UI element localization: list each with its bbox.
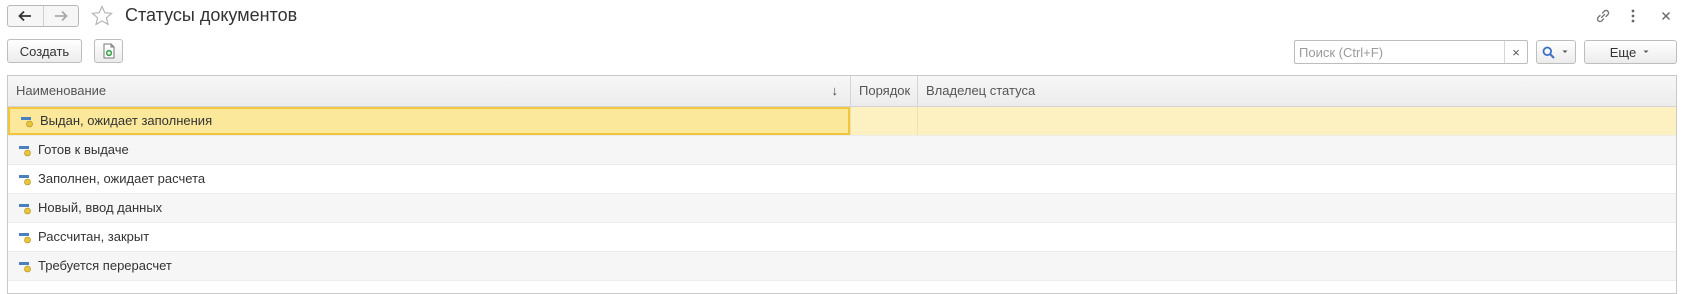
clear-search-button[interactable]: ×: [1504, 41, 1527, 63]
arrow-right-icon: [54, 10, 68, 22]
create-copy-button[interactable]: [94, 39, 123, 63]
row-label: Заполнен, ожидает расчета: [38, 171, 206, 186]
more-vertical-icon[interactable]: [1628, 7, 1638, 25]
chevron-down-icon: [1643, 50, 1649, 53]
navigation-group: [7, 5, 79, 27]
table-header: Наименование ↓ Порядок Владелец статуса: [8, 76, 1676, 107]
document-add-icon: [103, 43, 114, 59]
link-icon[interactable]: [1594, 7, 1612, 25]
name-cell[interactable]: Новый, ввод данных: [8, 194, 850, 222]
statuses-table: Наименование ↓ Порядок Владелец статуса …: [7, 75, 1677, 294]
close-icon[interactable]: [1659, 7, 1673, 25]
back-button[interactable]: [8, 6, 43, 26]
search-icon: [1542, 46, 1555, 59]
create-button[interactable]: Создать: [7, 39, 82, 63]
star-icon[interactable]: [91, 5, 113, 27]
search-button[interactable]: [1536, 40, 1576, 64]
name-cell[interactable]: Выдан, ожидает заполнения: [8, 107, 850, 135]
title-bar: Статусы документов: [0, 0, 1683, 34]
table-row[interactable]: Выдан, ожидает заполнения: [8, 107, 1676, 136]
name-cell[interactable]: Требуется перерасчет: [8, 252, 850, 280]
table-body: Выдан, ожидает заполнения Готов к выдаче…: [8, 107, 1676, 281]
owner-cell[interactable]: [917, 223, 1676, 251]
column-header-order[interactable]: Порядок: [850, 76, 917, 106]
catalog-item-icon: [19, 262, 31, 273]
table-row[interactable]: Готов к выдаче: [8, 136, 1676, 165]
catalog-item-icon: [19, 204, 31, 215]
order-cell[interactable]: [850, 107, 917, 135]
catalog-item-icon: [19, 233, 31, 244]
catalog-item-icon: [19, 175, 31, 186]
row-label: Готов к выдаче: [38, 142, 129, 157]
name-cell[interactable]: Готов к выдаче: [8, 136, 850, 164]
row-label: Выдан, ожидает заполнения: [40, 113, 213, 128]
owner-cell[interactable]: [917, 252, 1676, 280]
catalog-item-icon: [21, 117, 33, 128]
order-cell[interactable]: [850, 223, 917, 251]
forward-button[interactable]: [42, 6, 79, 26]
row-label: Новый, ввод данных: [38, 200, 163, 215]
arrow-left-icon: [18, 10, 32, 22]
more-actions-label: Еще: [1609, 44, 1637, 60]
page-title: Статусы документов: [125, 5, 298, 25]
order-cell[interactable]: [850, 136, 917, 164]
row-label: Рассчитан, закрыт: [38, 229, 150, 244]
name-cell[interactable]: Заполнен, ожидает расчета: [8, 165, 850, 193]
chevron-down-icon: [1562, 50, 1568, 53]
table-row[interactable]: Новый, ввод данных: [8, 194, 1676, 223]
table-row[interactable]: Требуется перерасчет: [8, 252, 1676, 281]
owner-cell[interactable]: [917, 165, 1676, 193]
table-row[interactable]: Заполнен, ожидает расчета: [8, 165, 1676, 194]
column-header-name[interactable]: Наименование ↓: [8, 76, 850, 106]
more-actions-button[interactable]: Еще: [1584, 40, 1677, 64]
sort-desc-icon: ↓: [831, 83, 839, 98]
table-row[interactable]: Рассчитан, закрыт: [8, 223, 1676, 252]
search-input[interactable]: [1295, 41, 1503, 63]
order-cell[interactable]: [850, 165, 917, 193]
search-field[interactable]: ×: [1294, 40, 1528, 64]
owner-cell[interactable]: [917, 194, 1676, 222]
owner-cell[interactable]: [917, 107, 1676, 135]
order-cell[interactable]: [850, 194, 917, 222]
order-cell[interactable]: [850, 252, 917, 280]
row-label: Требуется перерасчет: [38, 258, 172, 273]
column-header-label: Наименование: [16, 83, 107, 98]
column-header-owner[interactable]: Владелец статуса: [917, 76, 1676, 106]
name-cell[interactable]: Рассчитан, закрыт: [8, 223, 850, 251]
owner-cell[interactable]: [917, 136, 1676, 164]
catalog-item-icon: [19, 146, 31, 157]
